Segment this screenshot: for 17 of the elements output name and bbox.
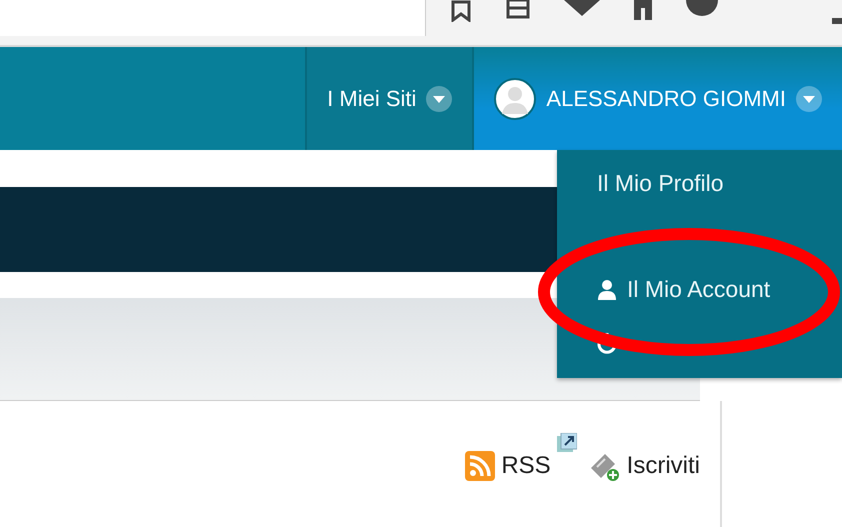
- rss-icon: [465, 451, 496, 481]
- caret-icon: [796, 86, 822, 112]
- caret-icon: [426, 86, 452, 112]
- star-icon[interactable]: [450, 0, 472, 22]
- feed-link[interactable]: Iscriviti: [588, 450, 700, 482]
- reading-list-icon[interactable]: [506, 0, 530, 20]
- nav-tab[interactable]: I Miei Siti: [305, 47, 472, 150]
- feed-link[interactable]: RSS: [465, 451, 551, 481]
- home-icon[interactable]: [634, 0, 652, 20]
- pocket-icon[interactable]: [564, 0, 600, 16]
- external-link-icon: [556, 433, 577, 453]
- user-icon: [597, 278, 617, 300]
- nav-tab[interactable]: ALESSANDRO GIOMMI: [472, 47, 842, 150]
- power-icon: [597, 332, 617, 354]
- menu-item[interactable]: Il Mio Profilo: [597, 170, 842, 197]
- menu-item[interactable]: Il Mio Account: [597, 276, 842, 303]
- avatar-icon: [494, 78, 536, 120]
